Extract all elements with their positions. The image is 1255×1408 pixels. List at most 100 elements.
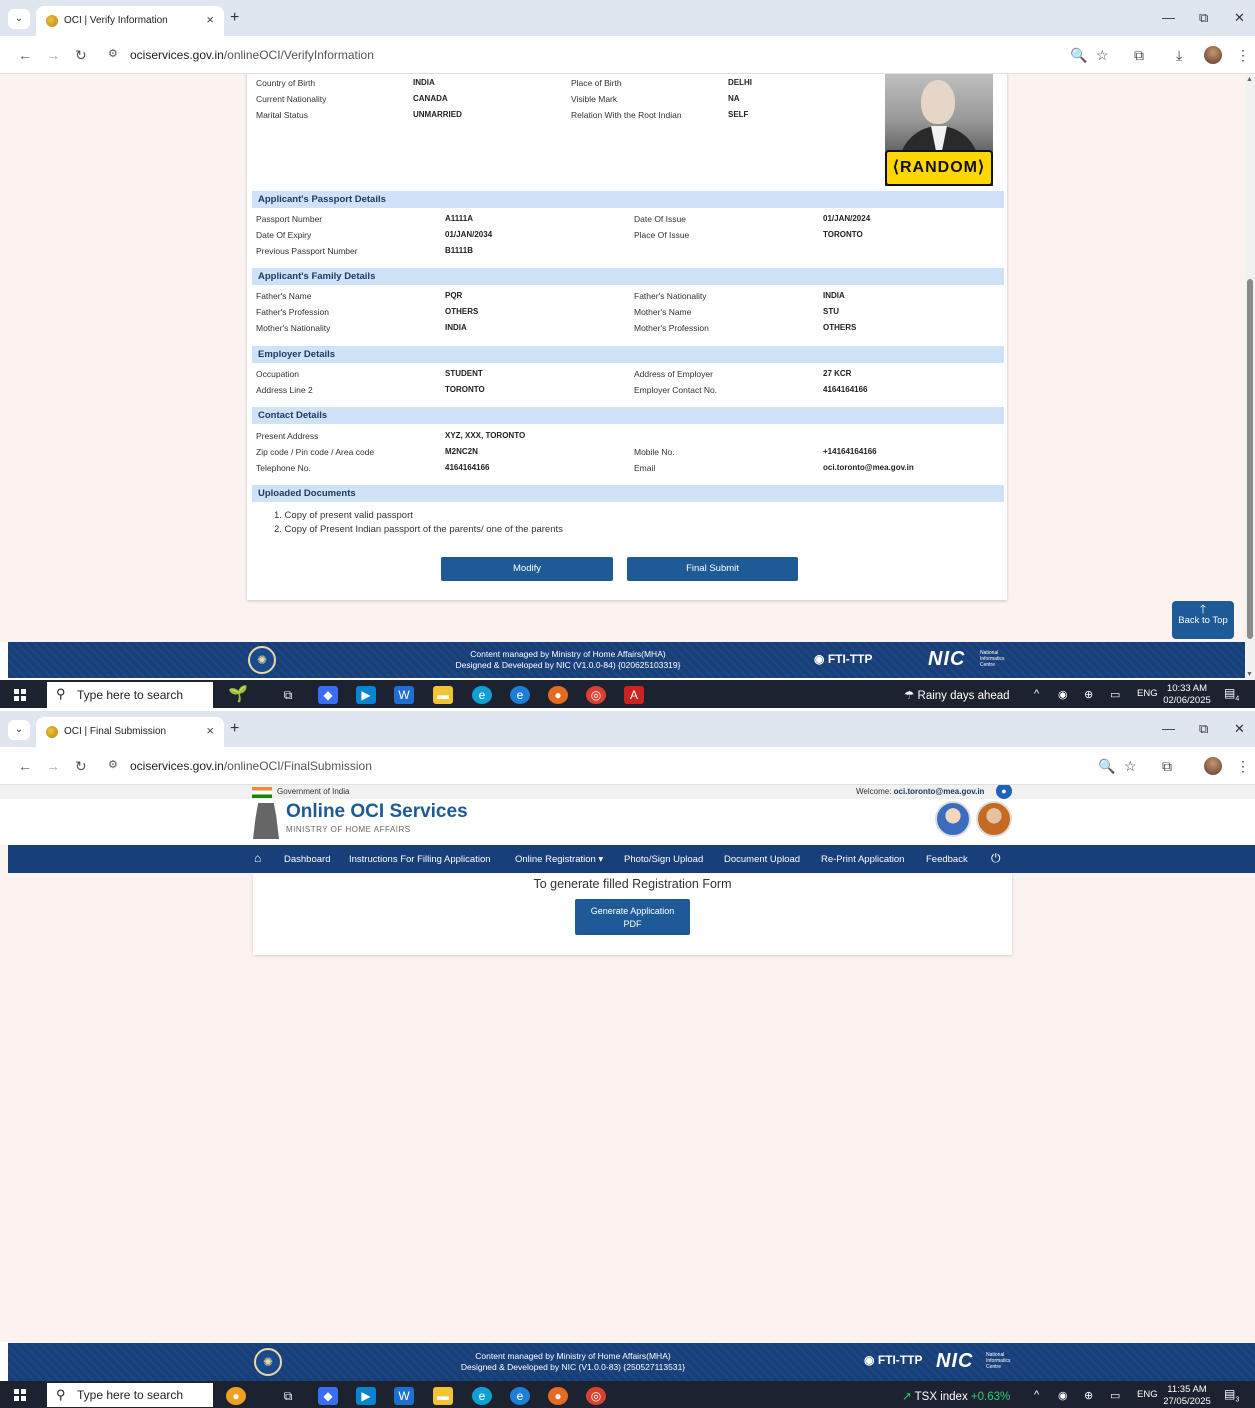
- restore-icon[interactable]: ⧉: [1199, 10, 1208, 26]
- back-icon[interactable]: ←: [18, 758, 32, 774]
- taskbar-search[interactable]: ⚲ Type here to search: [47, 1383, 213, 1407]
- modify-button[interactable]: Modify: [441, 557, 613, 581]
- copilot-icon[interactable]: ◆: [318, 1387, 338, 1405]
- address-bar[interactable]: ⚙ ociservices.gov.in/onlineOCI/VerifyInf…: [102, 43, 1122, 67]
- user-account-icon[interactable]: ●: [996, 785, 1012, 799]
- language-indicator[interactable]: ENG: [1137, 1389, 1158, 1400]
- tray-chevron-icon[interactable]: ^: [1034, 1389, 1039, 1401]
- task-view-icon[interactable]: ⧉: [278, 686, 298, 704]
- firefox-icon[interactable]: ●: [548, 686, 568, 704]
- word-icon[interactable]: W: [394, 686, 414, 704]
- forward-icon[interactable]: →: [46, 47, 60, 63]
- notification-icon[interactable]: ▤4: [1224, 686, 1242, 704]
- tab-search-button[interactable]: ⌄: [8, 720, 30, 740]
- new-tab-icon[interactable]: +: [230, 9, 239, 27]
- app-tray-icon[interactable]: ⊕: [1084, 1389, 1093, 1402]
- tab-search-button[interactable]: ⌄: [8, 9, 30, 29]
- site-info-icon[interactable]: ⚙: [108, 758, 118, 771]
- leader-photo-1: [935, 801, 971, 837]
- app-icon[interactable]: ▶: [356, 686, 376, 704]
- bookmark-star-icon[interactable]: ☆: [1096, 47, 1109, 64]
- network-icon[interactable]: ◉: [1058, 1389, 1068, 1402]
- ie-icon[interactable]: e: [510, 1387, 530, 1405]
- logout-power-icon[interactable]: ⏻: [991, 851, 1001, 866]
- final-submit-button[interactable]: Final Submit: [627, 557, 798, 581]
- download-icon[interactable]: ⤓: [1176, 47, 1182, 64]
- extensions-icon[interactable]: ⧉: [1162, 758, 1172, 775]
- close-tab-icon[interactable]: ×: [206, 723, 214, 738]
- network-icon[interactable]: ◉: [1058, 688, 1068, 701]
- menu-kebab-icon[interactable]: ⋮: [1236, 758, 1250, 775]
- site-title[interactable]: Online OCI Services: [286, 801, 468, 823]
- nav-reprint-application[interactable]: Re-Print Application: [821, 854, 904, 865]
- scrollbar-thumb[interactable]: [1247, 279, 1253, 639]
- task-view-icon[interactable]: ⧉: [278, 1387, 298, 1405]
- site-info-icon[interactable]: ⚙: [108, 47, 118, 60]
- minimize-icon[interactable]: —: [1162, 10, 1175, 25]
- weather-widget[interactable]: ☂ Rainy days ahead: [904, 688, 1010, 702]
- copilot-icon[interactable]: ◆: [318, 686, 338, 704]
- nav-feedback[interactable]: Feedback: [926, 854, 968, 865]
- acrobat-icon[interactable]: A: [624, 686, 644, 704]
- nav-dashboard[interactable]: Dashboard: [284, 854, 330, 865]
- menu-kebab-icon[interactable]: ⋮: [1236, 47, 1250, 64]
- close-window-icon[interactable]: ✕: [1234, 10, 1245, 26]
- word-icon[interactable]: W: [394, 1387, 414, 1405]
- nav-document-upload[interactable]: Document Upload: [724, 854, 800, 865]
- field-value: 01/JAN/2024: [823, 214, 871, 223]
- notification-icon[interactable]: ▤3: [1224, 1387, 1242, 1405]
- stock-ticker-widget[interactable]: ↗ TSX index +0.63%: [902, 1389, 1010, 1403]
- site-subtitle: MINISTRY OF HOME AFFAIRS: [286, 825, 411, 834]
- zoom-icon[interactable]: 🔍: [1070, 47, 1087, 64]
- back-icon[interactable]: ←: [18, 47, 32, 63]
- file-explorer-icon[interactable]: ▬: [433, 686, 453, 704]
- display-icon[interactable]: ▭: [1110, 1389, 1120, 1402]
- mango-widget-icon[interactable]: ●: [226, 1387, 246, 1405]
- taskbar-search[interactable]: ⚲ Type here to search: [47, 682, 213, 708]
- edge-icon[interactable]: e: [472, 1387, 492, 1405]
- restore-icon[interactable]: ⧉: [1199, 721, 1208, 737]
- site-favicon-icon: [46, 726, 58, 738]
- close-tab-icon[interactable]: ×: [206, 12, 214, 27]
- chrome-icon[interactable]: ◎: [586, 1387, 606, 1405]
- home-icon[interactable]: ⌂: [254, 851, 261, 865]
- reload-icon[interactable]: ↻: [75, 758, 87, 775]
- zoom-icon[interactable]: 🔍: [1098, 758, 1115, 775]
- extensions-icon[interactable]: ⧉: [1134, 47, 1144, 64]
- forward-icon[interactable]: →: [46, 758, 60, 774]
- app-tray-icon[interactable]: ⊕: [1084, 688, 1093, 701]
- page-scrollbar[interactable]: ▲ ▼: [1245, 74, 1255, 680]
- new-tab-icon[interactable]: +: [230, 720, 239, 738]
- tab-final-submission[interactable]: OCI | Final Submission ×: [36, 717, 224, 747]
- close-window-icon[interactable]: ✕: [1234, 721, 1245, 737]
- plant-widget-icon[interactable]: 🌱: [228, 686, 248, 704]
- windows-start-icon[interactable]: [14, 1389, 26, 1401]
- tab-verify-information[interactable]: OCI | Verify Information ×: [36, 6, 224, 36]
- reload-icon[interactable]: ↻: [75, 47, 87, 64]
- ie-icon[interactable]: e: [510, 686, 530, 704]
- india-flag-icon: [252, 787, 272, 798]
- language-indicator[interactable]: ENG: [1137, 688, 1158, 699]
- firefox-icon[interactable]: ●: [548, 1387, 568, 1405]
- generate-application-pdf-button[interactable]: Generate Application PDF: [575, 899, 690, 935]
- nav-photo-sign-upload[interactable]: Photo/Sign Upload: [624, 854, 703, 865]
- field-label: Date Of Expiry: [256, 230, 312, 240]
- app-icon[interactable]: ▶: [356, 1387, 376, 1405]
- minimize-icon[interactable]: —: [1162, 721, 1175, 736]
- display-icon[interactable]: ▭: [1110, 688, 1120, 701]
- tray-chevron-icon[interactable]: ^: [1034, 688, 1039, 700]
- bookmark-star-icon[interactable]: ☆: [1124, 758, 1137, 775]
- profile-avatar[interactable]: [1204, 46, 1222, 64]
- system-clock[interactable]: 10:33 AM 02/06/2025: [1161, 683, 1213, 707]
- back-to-top-button[interactable]: 🡑 Back to Top: [1172, 601, 1234, 639]
- file-explorer-icon[interactable]: ▬: [433, 1387, 453, 1405]
- address-bar[interactable]: ⚙ ociservices.gov.in/onlineOCI/FinalSubm…: [102, 754, 1122, 778]
- nav-online-registration[interactable]: Online Registration ▾: [515, 854, 603, 865]
- nav-instructions[interactable]: Instructions For Filling Application: [349, 854, 491, 865]
- windows-start-icon[interactable]: [14, 689, 26, 701]
- emblem-icon: ✺: [248, 646, 276, 674]
- profile-avatar[interactable]: [1204, 757, 1222, 775]
- chrome-icon[interactable]: ◎: [586, 686, 606, 704]
- edge-icon[interactable]: e: [472, 686, 492, 704]
- system-clock[interactable]: 11:35 AM 27/05/2025: [1161, 1384, 1213, 1408]
